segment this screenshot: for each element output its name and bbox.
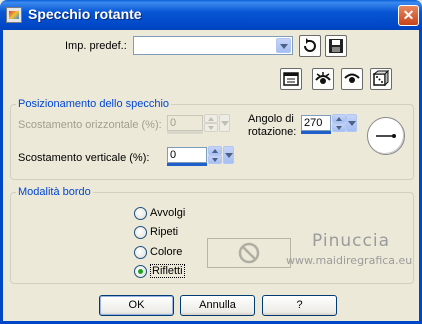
- horizontal-offset-down[interactable]: [204, 123, 218, 132]
- rotation-angle-label-line2: rotazione:: [248, 126, 297, 138]
- close-button[interactable]: ✕: [398, 5, 419, 26]
- edge-mode-title: Modalità bordo: [16, 186, 93, 198]
- rotation-angle-up[interactable]: [332, 114, 346, 123]
- window-icon: [283, 72, 299, 86]
- horizontal-offset-dropdown[interactable]: [219, 114, 230, 132]
- preset-label: Imp. predef.:: [65, 40, 127, 52]
- eye-closed-icon: [344, 73, 360, 83]
- radio-wrap[interactable]: [134, 207, 147, 220]
- preset-combo[interactable]: [133, 36, 293, 55]
- no-color-icon: [238, 242, 260, 264]
- randomize-button[interactable]: [370, 68, 392, 90]
- rotation-angle-down[interactable]: [332, 123, 346, 132]
- window-frame-left: [0, 30, 3, 324]
- eye-icon: [315, 72, 331, 84]
- horizontal-offset-label: Scostamento orizzontale (%):: [18, 119, 162, 131]
- color-swatch[interactable]: [207, 238, 291, 268]
- save-icon: [329, 39, 343, 53]
- radio-reflect[interactable]: [134, 265, 147, 278]
- radio-reflect-label[interactable]: Rifletti: [150, 264, 185, 278]
- radio-repeat-label[interactable]: Ripeti: [150, 226, 178, 238]
- horizontal-offset-slider[interactable]: [167, 131, 203, 134]
- watermark-url: www.maidiregrafica.eu: [286, 254, 413, 267]
- cancel-button[interactable]: Annulla: [180, 295, 255, 316]
- auto-proof-button[interactable]: [341, 68, 363, 90]
- dial-pointer-icon: [376, 134, 396, 138]
- horizontal-offset-spinner[interactable]: [204, 114, 218, 132]
- vertical-offset-spinner[interactable]: [208, 146, 222, 164]
- vertical-offset-label: Scostamento verticale (%):: [18, 152, 150, 164]
- preview-window-button[interactable]: [280, 68, 302, 90]
- horizontal-offset-up[interactable]: [204, 114, 218, 123]
- vertical-offset-down[interactable]: [208, 155, 222, 164]
- rotation-angle-spinner[interactable]: [332, 114, 346, 132]
- rotation-angle-dropdown[interactable]: [346, 114, 357, 132]
- vertical-offset-slider[interactable]: [167, 163, 207, 166]
- reset-preset-button[interactable]: [299, 35, 321, 57]
- mirror-position-title: Posizionamento dello specchio: [16, 98, 172, 110]
- title-bar[interactable]: Specchio rotante ✕: [0, 0, 422, 30]
- app-icon: [6, 7, 22, 23]
- help-button[interactable]: ?: [262, 295, 337, 316]
- vertical-offset-input[interactable]: 0: [167, 147, 207, 163]
- rotation-dial[interactable]: [367, 117, 405, 155]
- preset-dropdown-arrow[interactable]: [276, 38, 291, 53]
- save-preset-button[interactable]: [325, 35, 347, 57]
- vertical-offset-dropdown[interactable]: [223, 146, 234, 164]
- horizontal-offset-input[interactable]: 0: [167, 115, 203, 131]
- reset-icon: [304, 38, 316, 52]
- ok-button[interactable]: OK: [99, 295, 174, 316]
- vertical-offset-up[interactable]: [208, 146, 222, 155]
- rotation-angle-slider[interactable]: [301, 131, 331, 134]
- radio-color[interactable]: [134, 246, 147, 259]
- proof-button[interactable]: [312, 68, 334, 90]
- radio-wrap-label[interactable]: Avvolgi: [150, 207, 185, 219]
- radio-color-label[interactable]: Colore: [150, 246, 182, 258]
- window-title: Specchio rotante: [28, 6, 142, 22]
- dice-icon: [372, 69, 390, 87]
- radio-repeat[interactable]: [134, 226, 147, 239]
- watermark-name: Pinuccia: [312, 231, 390, 251]
- rotation-angle-label-line1: Angolo di: [248, 113, 294, 125]
- rotation-angle-input[interactable]: 270: [301, 115, 331, 131]
